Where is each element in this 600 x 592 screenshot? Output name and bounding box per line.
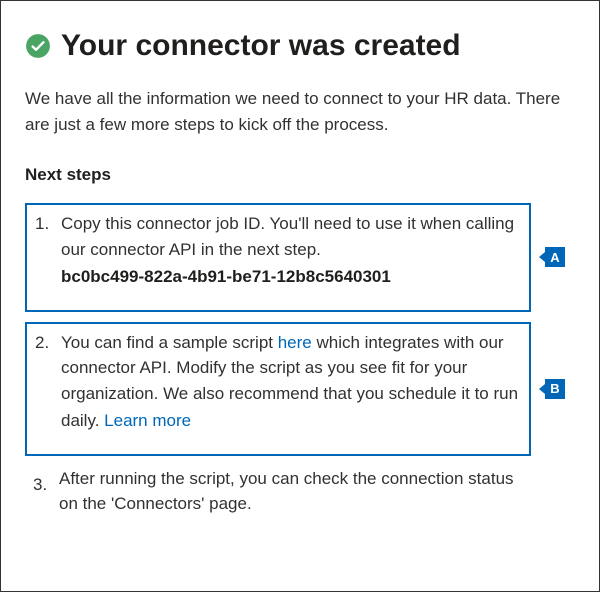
page-title: Your connector was created — [61, 29, 461, 62]
step-1-callout-box: Copy this connector job ID. You'll need … — [25, 203, 531, 312]
step-2-box-wrapper: You can find a sample script here which … — [25, 322, 531, 456]
learn-more-link[interactable]: Learn more — [104, 408, 191, 434]
header-row: Your connector was created — [25, 29, 575, 62]
next-steps-heading: Next steps — [25, 165, 575, 185]
step-1-box-wrapper: Copy this connector job ID. You'll need … — [25, 203, 531, 312]
steps-list: Copy this connector job ID. You'll need … — [25, 203, 531, 517]
step-3-text: After running the script, you can check … — [59, 469, 514, 514]
steps-container: Copy this connector job ID. You'll need … — [25, 203, 575, 517]
callout-label-a: A — [545, 247, 565, 267]
success-checkmark-icon — [25, 33, 51, 59]
step-1-text: Copy this connector job ID. You'll need … — [61, 214, 514, 259]
step-2-callout-box: You can find a sample script here which … — [25, 322, 531, 456]
sample-script-link[interactable]: here — [278, 333, 312, 352]
step-1: Copy this connector job ID. You'll need … — [27, 211, 523, 290]
step-2: You can find a sample script here which … — [27, 330, 523, 434]
intro-text: We have all the information we need to c… — [25, 86, 575, 137]
step-2-text-before: You can find a sample script — [61, 333, 278, 352]
connector-job-id: bc0bc499-822a-4b91-be71-12b8c5640301 — [61, 264, 523, 290]
step-3: After running the script, you can check … — [25, 466, 531, 517]
callout-label-b: B — [545, 379, 565, 399]
